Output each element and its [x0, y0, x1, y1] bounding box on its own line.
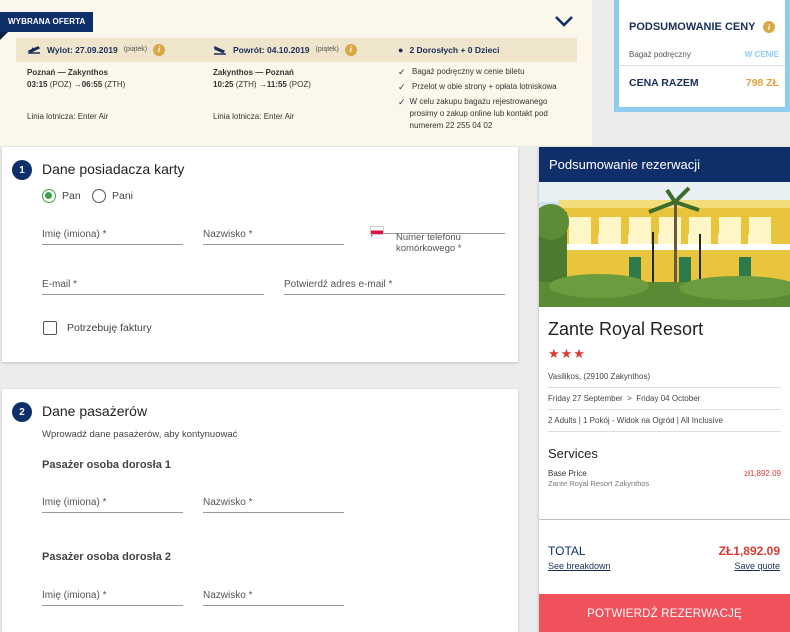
- base-price-row: Base Price zł1,892.09: [548, 469, 781, 478]
- info-icon[interactable]: i: [344, 44, 357, 56]
- price-summary-title: PODSUMOWANIE CENY: [629, 21, 756, 33]
- step-number: 1: [12, 160, 32, 180]
- passenger-count: 2 Dorosłych + 0 Dzieci: [409, 45, 500, 55]
- plane-arrival-icon: [214, 45, 226, 55]
- adult-1-heading: Pasażer osoba dorosła 1: [42, 459, 171, 471]
- check-item: ✓ Bagaż podręczny w cenie biletu: [398, 67, 525, 77]
- hand-luggage-row: Bagaż podręczny W CENIE: [619, 44, 785, 66]
- radio-unselected-icon[interactable]: [92, 189, 106, 203]
- info-icon[interactable]: i: [153, 44, 166, 56]
- phone-placeholder: Numer telefonu komórkowego *: [396, 232, 462, 254]
- plane-departure-icon: [27, 46, 41, 54]
- checkmark-icon: ✓: [398, 82, 406, 92]
- invoice-checkbox[interactable]: Potrzebuję faktury: [43, 321, 152, 335]
- outbound-airline: Linia lotnicza: Enter Air: [27, 112, 109, 121]
- services-title: Services: [548, 446, 598, 461]
- radio-selected-icon[interactable]: [42, 189, 56, 203]
- room-details: 2 Adults | 1 Pokój - Widok na Ogród | Al…: [548, 410, 781, 432]
- passenger-info: ● 2 Dorosłych + 0 Dzieci ✓ Bagaż podręcz…: [398, 38, 570, 132]
- check-item: ✓ W celu zakupu bagażu rejestrowanego pr…: [398, 97, 548, 130]
- star-rating-icon: ★★★: [548, 346, 586, 361]
- outbound-flight: Wylot: 27.09.2019 (piątek) i Poznań — Za…: [27, 38, 197, 123]
- phone-field[interactable]: ▾ Numer telefonu komórkowego *: [370, 225, 505, 254]
- hotel-photo: [539, 182, 790, 307]
- adult-2-last-name-field[interactable]: Nazwisko *: [203, 586, 344, 606]
- radio-pan[interactable]: Pan: [42, 189, 81, 203]
- price-total-row: CENA RAZEM 798 ZŁ: [629, 77, 779, 89]
- step-number: 2: [12, 402, 32, 422]
- outbound-times: 03:15 (POZ) →06:55 (ZTH): [27, 80, 126, 89]
- return-flight: Powrót: 04.10.2019 (piątek) i Zakynthos …: [213, 38, 383, 123]
- confirm-reservation-button[interactable]: POTWIERDŹ REZERWACJĘ: [539, 594, 790, 632]
- reservation-summary-panel: Podsumowanie rezerwacji Zante Royal Reso…: [539, 147, 790, 519]
- return-times: 10:25 (ZTH) →11:55 (POZ): [213, 80, 311, 89]
- adult-2-heading: Pasażer osoba dorosła 2: [42, 551, 171, 563]
- poland-flag-icon: [370, 226, 384, 235]
- checkmark-icon: ✓: [398, 67, 406, 77]
- reservation-summary-title: Podsumowanie rezerwacji: [539, 147, 790, 182]
- card-holder-section: 1 Dane posiadacza karty Pan Pani Imię (i…: [2, 147, 518, 362]
- outbound-day: (piątek): [123, 46, 148, 53]
- country-flag-select[interactable]: ▾: [370, 226, 384, 239]
- selected-offer-panel: WYBRANA OFERTA Wylot: 27.09.2019 (piątek…: [0, 0, 592, 146]
- outbound-header: Wylot: 27.09.2019: [47, 45, 118, 55]
- total-value: ZŁ1,892.09: [718, 544, 780, 558]
- return-airline: Linia lotnicza: Enter Air: [213, 112, 295, 121]
- return-header: Powrót: 04.10.2019: [233, 45, 310, 55]
- selected-offer-badge: WYBRANA OFERTA: [0, 12, 94, 40]
- hotel-name: Zante Royal Resort: [548, 319, 704, 339]
- section-subtitle: Wprowadź dane pasażerów, aby kontynuować: [42, 429, 238, 440]
- chevron-down-icon[interactable]: [553, 10, 575, 32]
- section-title: Dane pasażerów: [42, 403, 148, 419]
- checkbox-icon[interactable]: [43, 321, 57, 335]
- return-route: Zakynthos — Poznań: [213, 68, 294, 77]
- person-icon: ●: [398, 45, 404, 55]
- email-field[interactable]: E-mail *: [42, 275, 264, 295]
- hotel-address: Vasilikos, (29100 Zakynthos): [548, 366, 781, 388]
- return-day: (piątek): [315, 46, 339, 53]
- adult-1-last-name-field[interactable]: Nazwisko *: [203, 493, 344, 513]
- save-quote-link[interactable]: Save quote: [734, 561, 780, 571]
- email-confirm-field[interactable]: Potwierdź adres e-mail *: [284, 275, 505, 295]
- passengers-section: 2 Dane pasażerów Wprowadź dane pasażerów…: [2, 389, 518, 632]
- info-icon[interactable]: i: [763, 21, 775, 33]
- base-price-description: Zante Royal Resort Zakynthos: [548, 479, 650, 488]
- stay-dates: Friday 27 September > Friday 04 October: [548, 388, 781, 410]
- outbound-route: Poznań — Zakynthos: [27, 68, 108, 77]
- last-name-field[interactable]: Nazwisko *: [203, 225, 344, 245]
- adult-1-first-name-field[interactable]: Imię (imiona) *: [42, 493, 183, 513]
- section-title: Dane posiadacza karty: [42, 161, 185, 177]
- first-name-field[interactable]: Imię (imiona) *: [42, 225, 183, 245]
- total-label: TOTAL: [548, 544, 586, 558]
- check-item: ✓ Przelot w obie strony + opłata lotnisk…: [398, 82, 557, 92]
- price-summary-box: PODSUMOWANIE CENY i Bagaż podręczny W CE…: [614, 0, 790, 112]
- see-breakdown-link[interactable]: See breakdown: [548, 561, 611, 571]
- adult-2-first-name-field[interactable]: Imię (imiona) *: [42, 586, 183, 606]
- checkmark-icon: ✓: [398, 97, 406, 107]
- radio-pani[interactable]: Pani: [92, 189, 133, 203]
